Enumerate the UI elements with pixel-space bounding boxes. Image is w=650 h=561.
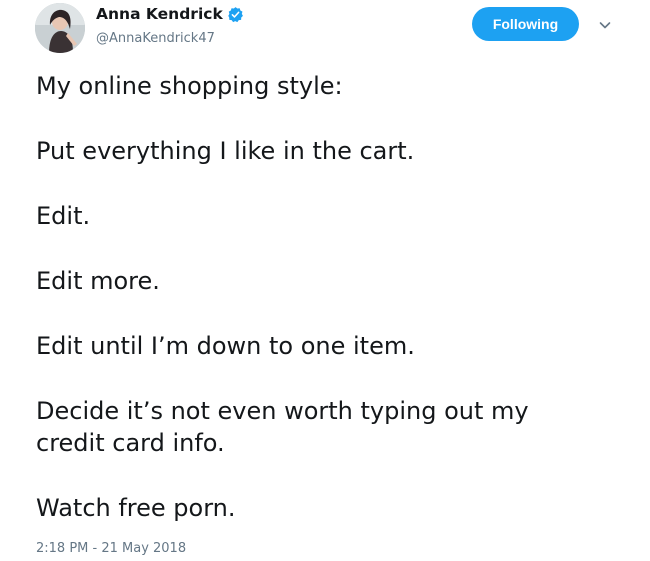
tweet-text: My online shopping style: Put everything…	[36, 70, 636, 524]
profile-photo	[35, 3, 85, 53]
author-handle[interactable]: @AnnaKendrick47	[96, 31, 215, 46]
verified-badge-icon	[227, 6, 244, 23]
tweet-header: Anna Kendrick @AnnaKendrick47 Following	[0, 0, 650, 60]
tweet-line: credit card info.	[36, 429, 225, 457]
tweet-timestamp[interactable]: 2:18 PM - 21 May 2018	[36, 541, 186, 556]
avatar[interactable]	[35, 3, 85, 53]
tweet-line: Watch free porn.	[36, 494, 236, 522]
tweet-line: Edit more.	[36, 267, 160, 295]
tweet-line: Put everything I like in the cart.	[36, 137, 415, 165]
following-button[interactable]: Following	[472, 7, 579, 41]
chevron-down-icon[interactable]	[597, 17, 613, 33]
tweet-line: Decide it’s not even worth typing out my	[36, 397, 529, 425]
author-name[interactable]: Anna Kendrick	[96, 5, 244, 23]
author-name-label: Anna Kendrick	[96, 5, 223, 23]
tweet-line: My online shopping style:	[36, 72, 343, 100]
tweet-line: Edit until I’m down to one item.	[36, 332, 415, 360]
tweet-line: Edit.	[36, 202, 91, 230]
